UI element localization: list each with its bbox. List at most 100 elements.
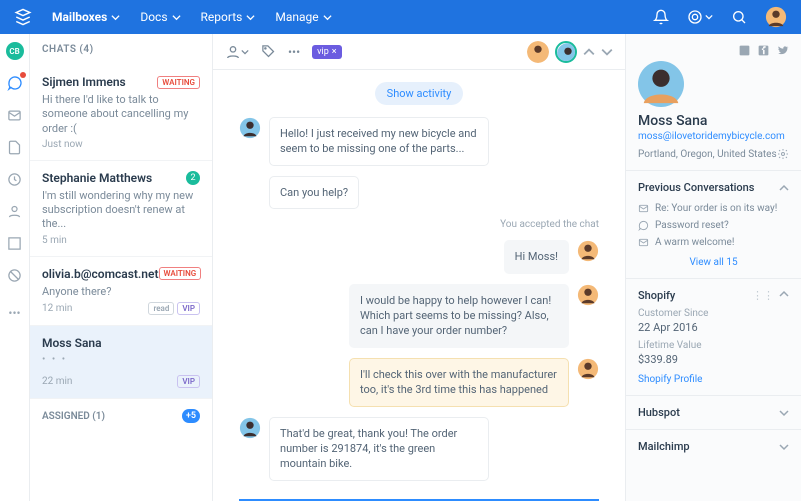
conversation-pane: ••• vip× Show activity Hello! I just rec… [213,34,626,501]
vip-pill: VIP [177,375,200,388]
rail-mail[interactable] [6,106,24,124]
message-bubble: That'd be great, thank you! The order nu… [269,417,489,481]
mailchimp-header[interactable]: Mailchimp [638,440,789,453]
facebook-icon[interactable] [757,44,770,57]
view-all-link[interactable]: View all 15 [638,257,789,268]
rail-blocked[interactable] [6,266,24,284]
section-title: Shopify [638,289,675,302]
gear-icon[interactable] [777,148,789,160]
assign-icon[interactable] [225,44,249,60]
agent-avatar-icon [577,284,599,306]
chat-item-selected[interactable]: Moss Sana • • • 22 min VIP [30,326,212,399]
prev-conv-label: Re: Your order is on its way! [655,203,777,214]
message-row: I would be happy to help however I can! … [239,284,599,348]
vip-tag-label: vip [317,47,329,57]
customer-avatar-icon [239,117,261,139]
chevron-down-icon [779,408,789,418]
chevron-down-icon[interactable] [601,46,613,58]
drag-icon[interactable]: ⋮⋮ [752,289,774,302]
vip-pill: VIP [177,302,200,315]
chevron-up-icon[interactable] [583,46,595,58]
customer-avatar-icon [239,417,261,439]
chatlist-header: CHATS (4) [30,34,212,65]
field-value: 22 Apr 2016 [638,321,789,334]
assigned-count: +5 [182,409,200,423]
tag-icon[interactable] [261,44,276,59]
note-bubble: I'll check this over with the manufactur… [349,358,569,407]
apps-icon[interactable] [687,9,713,25]
conversation-header: ••• vip× [213,34,625,70]
chat-time: 22 min [42,376,72,387]
rail-more[interactable]: ••• [6,304,24,322]
shopify-header[interactable]: Shopify ⋮⋮ [638,289,789,302]
hubspot-header[interactable]: Hubspot [638,406,789,419]
message-bubble: Can you help? [269,176,359,209]
message-bubble: Hi Moss! [504,240,569,273]
rail-drafts[interactable] [6,138,24,156]
assigned-header[interactable]: ASSIGNED (1) +5 [30,399,212,433]
section-title: Hubspot [638,406,680,419]
prev-conv-item[interactable]: Password reset? [638,217,789,234]
vip-tag[interactable]: vip× [312,45,341,59]
field-label: Customer Since [638,308,789,319]
customer-avatar [638,61,684,107]
unread-count: 2 [186,171,200,185]
field-value: $339.89 [638,353,789,366]
bell-icon[interactable] [653,9,669,25]
chat-item[interactable]: olivia.b@comcast.netWAITING Anyone there… [30,257,212,326]
assigned-label: ASSIGNED (1) [42,411,105,422]
user-avatar[interactable] [765,6,787,28]
agent-avatar-icon [577,358,599,380]
nav-manage[interactable]: Manage [275,10,331,24]
twitter-icon[interactable] [776,44,789,57]
nav-rail: CB ••• [0,34,30,501]
field-label: Lifetime Value [638,340,789,351]
show-activity-button[interactable]: Show activity [375,82,464,105]
customer-name: Moss Sana [638,113,789,129]
linkedin-icon[interactable] [738,44,751,57]
message-row: I'll check this over with the manufactur… [239,358,599,407]
status-text: You accepted the chat [239,219,599,230]
chat-name: Moss Sana [42,336,102,350]
rail-users[interactable] [6,202,24,220]
nav-mailboxes[interactable]: Mailboxes [52,10,120,24]
chat-item[interactable]: Sijmen ImmensWAITING Hi there I'd like t… [30,65,212,161]
prev-conv-item[interactable]: Re: Your order is on its way! [638,200,789,217]
shopify-profile-link[interactable]: Shopify Profile [638,374,789,385]
nav-label: Docs [140,10,167,24]
typing-indicator: • • • [42,354,200,365]
more-icon[interactable]: ••• [288,45,300,59]
prev-conversations-header[interactable]: Previous Conversations [638,181,789,194]
chat-preview: I'm still wondering why my new subscript… [42,189,200,232]
nav-label: Mailboxes [52,10,107,24]
nav-label: Reports [201,10,243,24]
message-row: That'd be great, thank you! The order nu… [239,417,599,481]
chat-item[interactable]: Stephanie Matthews2 I'm still wondering … [30,161,212,257]
nav-docs[interactable]: Docs [140,10,180,24]
participant-avatar[interactable] [527,41,549,63]
chat-name: olivia.b@comcast.net [42,267,159,281]
chat-time: 5 min [42,235,67,246]
chat-name: Sijmen Immens [42,75,126,89]
chat-preview: Anyone there? [42,285,200,299]
prev-conv-label: A warm welcome! [655,237,734,248]
nav-label: Manage [275,10,318,24]
rail-tag[interactable] [6,234,24,252]
message-row: Hi Moss! [239,240,599,273]
chevron-down-icon [779,442,789,452]
top-nav: Mailboxes Docs Reports Manage [0,0,801,34]
chat-time: 12 min [42,303,72,314]
message-row: Can you help? [239,176,599,209]
rail-folder[interactable] [6,170,24,188]
rail-chats[interactable] [6,74,24,92]
waiting-pill: WAITING [157,76,200,89]
customer-email[interactable]: moss@ilovetoridemybicycle.com [638,131,789,142]
prev-conv-item[interactable]: A warm welcome! [638,234,789,251]
nav-reports[interactable]: Reports [201,10,256,24]
chevron-up-icon [779,183,789,193]
rail-badge[interactable]: CB [6,42,24,60]
participant-avatar-active[interactable] [555,41,577,63]
search-icon[interactable] [731,9,747,25]
section-title: Previous Conversations [638,181,754,194]
chevron-up-icon [779,289,789,302]
